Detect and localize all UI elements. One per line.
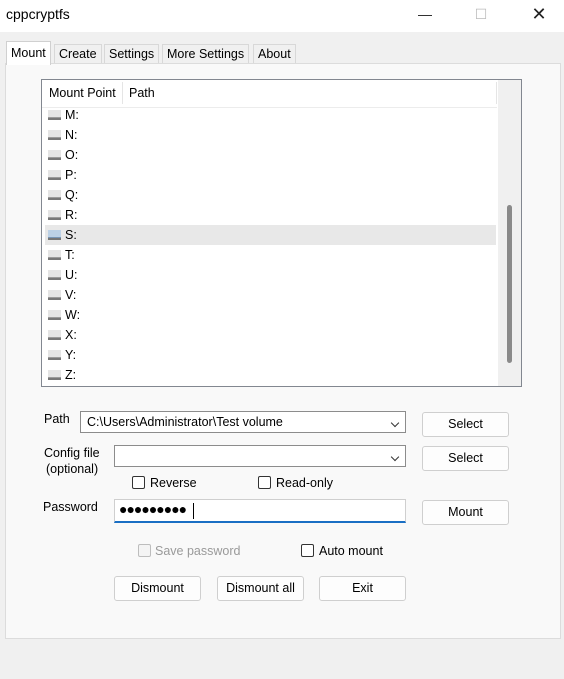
mount-point-label: R:: [65, 208, 78, 222]
mount-point-label: S:: [65, 228, 77, 242]
config-optional-label: (optional): [46, 462, 99, 476]
list-item[interactable]: Q:: [45, 185, 496, 205]
password-label: Password: [43, 500, 98, 514]
scrollbar-thumb[interactable]: [507, 205, 512, 363]
list-item[interactable]: O:: [45, 145, 496, 165]
drive-icon: [48, 150, 61, 160]
read-only-label[interactable]: Read-only: [276, 476, 333, 490]
reverse-checkbox[interactable]: [132, 476, 145, 489]
path-select-button[interactable]: Select: [422, 412, 509, 437]
chevron-down-icon[interactable]: [390, 418, 400, 428]
drive-icon: [48, 130, 61, 140]
window-title: cppcryptfs: [6, 6, 70, 22]
path-combobox[interactable]: C:\Users\Administrator\Test volume: [80, 411, 406, 433]
list-item[interactable]: V:: [45, 285, 496, 305]
mount-point-label: P:: [65, 168, 77, 182]
mount-point-label: V:: [65, 288, 77, 302]
drive-icon: [48, 330, 61, 340]
password-input[interactable]: ●●●●●●●●●: [114, 499, 406, 523]
list-item[interactable]: U:: [45, 265, 496, 285]
reverse-label[interactable]: Reverse: [150, 476, 197, 490]
mount-point-label: O:: [65, 148, 79, 162]
path-value: C:\Users\Administrator\Test volume: [87, 415, 283, 429]
mount-point-label: M:: [65, 108, 79, 122]
minimize-button[interactable]: —: [402, 0, 448, 30]
close-button[interactable]: ✕: [516, 0, 562, 30]
mount-point-label: U:: [65, 268, 78, 282]
path-label: Path: [44, 412, 70, 426]
list-item[interactable]: N:: [45, 125, 496, 145]
drive-icon: [48, 290, 61, 300]
list-item[interactable]: P:: [45, 165, 496, 185]
mount-point-label: Z:: [65, 368, 77, 382]
drive-icon: [48, 210, 61, 220]
list-header: Mount Point Path: [42, 80, 497, 108]
drive-icon: [48, 310, 61, 320]
text-caret: [193, 503, 194, 519]
config-select-button[interactable]: Select: [422, 446, 509, 471]
drive-icon: [48, 250, 61, 260]
mount-list[interactable]: Mount Point Path M: N: O: P: Q: R: S: T: U: V: W: X…: [41, 79, 522, 387]
list-item[interactable]: M:: [45, 105, 496, 125]
tab-settings[interactable]: Settings: [104, 44, 160, 64]
mount-point-label: Y:: [65, 348, 77, 362]
list-item[interactable]: Y:: [45, 345, 496, 365]
tab-more-settings[interactable]: More Settings: [162, 44, 250, 64]
save-password-checkbox[interactable]: [138, 544, 151, 557]
title-bar: cppcryptfs — ☐ ✕: [0, 0, 564, 32]
list-item[interactable]: R:: [45, 205, 496, 225]
column-header-mount-point[interactable]: Mount Point: [49, 86, 116, 100]
list-item[interactable]: X:: [45, 325, 496, 345]
drive-icon: [48, 110, 61, 120]
maximize-button[interactable]: ☐: [458, 0, 504, 30]
password-mask: ●●●●●●●●●: [119, 501, 187, 517]
read-only-checkbox[interactable]: [258, 476, 271, 489]
column-separator[interactable]: [496, 82, 497, 104]
auto-mount-label[interactable]: Auto mount: [319, 544, 383, 558]
list-item[interactable]: T:: [45, 245, 496, 265]
mount-point-label: T:: [65, 248, 75, 262]
tab-about[interactable]: About: [253, 44, 296, 64]
drive-icon: [48, 170, 61, 180]
column-header-path[interactable]: Path: [129, 86, 155, 100]
mount-panel: Mount Point Path M: N: O: P: Q: R: S: T: U: V: W: X…: [5, 63, 561, 639]
mount-point-label: N:: [65, 128, 78, 142]
drive-icon: [48, 350, 61, 360]
mount-button[interactable]: Mount: [422, 500, 509, 525]
list-item[interactable]: W:: [45, 305, 496, 325]
mount-point-label: Q:: [65, 188, 79, 202]
save-password-label[interactable]: Save password: [155, 544, 240, 558]
chevron-down-icon[interactable]: [390, 452, 400, 462]
drive-icon: [48, 370, 61, 380]
drive-icon: [48, 230, 61, 240]
list-item[interactable]: Z:: [45, 365, 496, 385]
mount-point-label: X:: [65, 328, 77, 342]
tab-create[interactable]: Create: [54, 44, 102, 64]
config-file-combobox[interactable]: [114, 445, 406, 467]
config-file-label: Config file: [44, 446, 100, 460]
auto-mount-checkbox[interactable]: [301, 544, 314, 557]
dismount-button[interactable]: Dismount: [114, 576, 201, 601]
list-item[interactable]: S:: [45, 225, 496, 245]
dismount-all-button[interactable]: Dismount all: [217, 576, 304, 601]
tab-mount[interactable]: Mount: [6, 41, 51, 65]
column-separator[interactable]: [122, 82, 123, 104]
drive-icon: [48, 190, 61, 200]
drive-icon: [48, 270, 61, 280]
mount-point-label: W:: [65, 308, 81, 322]
list-scrollbar[interactable]: [498, 80, 521, 386]
exit-button[interactable]: Exit: [319, 576, 406, 601]
